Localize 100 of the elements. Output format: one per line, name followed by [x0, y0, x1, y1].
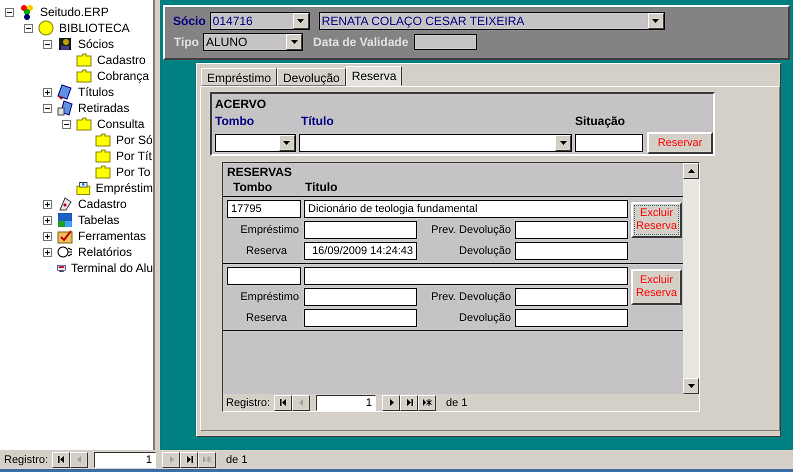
tree-item[interactable]: Por To	[116, 165, 150, 179]
collapse-icon[interactable]	[62, 120, 71, 128]
tree-item[interactable]: Empréstim	[96, 181, 153, 195]
expand-icon[interactable]	[43, 200, 52, 208]
grapes-icon	[19, 4, 35, 20]
prev-devolucao-label: Prev. Devolução	[430, 291, 512, 303]
reserva-field[interactable]	[304, 309, 417, 327]
validade-field[interactable]	[414, 34, 478, 50]
first-record-button[interactable]	[274, 394, 292, 410]
devolucao-label: Devolução	[458, 312, 512, 324]
tree-item[interactable]: Por Só	[116, 133, 153, 147]
tombo-combo[interactable]	[215, 134, 296, 152]
nav-last-icon	[184, 455, 194, 464]
reserva-label: Reserva	[245, 312, 288, 324]
prev-devolucao-field[interactable]	[515, 221, 628, 239]
folder-icon	[95, 133, 111, 147]
folder-icon	[76, 69, 92, 83]
record-number-field[interactable]: 1	[316, 394, 376, 410]
devolucao-field[interactable]	[515, 309, 628, 327]
titulo-field[interactable]	[304, 267, 628, 285]
reservas-title: RESERVAS	[227, 165, 293, 179]
next-record-button[interactable]	[382, 394, 400, 410]
emprestimo-field[interactable]	[304, 288, 417, 306]
expand-icon[interactable]	[43, 216, 52, 224]
folder-icon	[95, 165, 111, 179]
tab[interactable]: Empréstimo	[201, 68, 278, 86]
tree-item[interactable]: Cadastro	[97, 53, 146, 67]
nav-new-icon	[202, 455, 213, 464]
titulo-combo[interactable]	[298, 134, 572, 152]
tab[interactable]: Devolução	[277, 68, 346, 86]
tipo-combo[interactable]: ALUNO	[203, 33, 303, 51]
collapse-icon[interactable]	[5, 8, 14, 16]
tree-item[interactable]: Sócios	[78, 37, 114, 51]
tombo-field[interactable]	[227, 267, 301, 285]
collapse-icon[interactable]	[24, 24, 33, 32]
expand-icon[interactable]	[43, 88, 52, 96]
titulo-label: Título	[301, 114, 335, 128]
caret-icon	[297, 19, 304, 23]
tree-item[interactable]: Seitudo.ERP	[40, 5, 109, 19]
tree-item[interactable]: Consulta	[97, 117, 144, 131]
titulo-field[interactable]: Dicionário de teologia fundamental	[304, 200, 628, 218]
reserva-label: Reserva	[245, 245, 288, 257]
record-count: de 1	[226, 454, 248, 466]
tree-item[interactable]: Cadastro	[78, 197, 127, 211]
record-label: Registro:	[226, 396, 270, 408]
devolucao-label: Devolução	[458, 245, 512, 257]
checkmark-folder-icon	[57, 228, 73, 244]
tree-item[interactable]: Títulos	[78, 85, 114, 99]
collapse-icon[interactable]	[43, 104, 52, 112]
ring-icon	[57, 244, 73, 260]
tables-icon	[57, 212, 73, 228]
scroll-down-icon[interactable]	[688, 384, 694, 388]
devolucao-field[interactable]	[515, 242, 628, 260]
acervo-title: ACERVO	[215, 97, 268, 111]
socio-code-combo[interactable]: 014716	[210, 12, 310, 30]
emprestimo-label: Empréstimo	[239, 224, 300, 236]
tree-item[interactable]: Tabelas	[78, 213, 120, 227]
caret-icon	[283, 141, 290, 145]
expand-icon[interactable]	[43, 248, 52, 256]
folder-icon	[76, 117, 92, 131]
expand-icon[interactable]	[43, 232, 52, 240]
nav-first-icon	[56, 455, 66, 464]
situacao-field[interactable]	[575, 134, 643, 152]
scroll-up-icon[interactable]	[688, 169, 694, 173]
tombo-header: Tombo	[232, 180, 274, 194]
ball-icon	[38, 20, 54, 36]
emprestimo-field[interactable]	[304, 221, 417, 239]
record-number-field[interactable]: 1	[94, 452, 156, 468]
tree-item[interactable]: Ferramentas	[78, 229, 146, 243]
last-record-button[interactable]	[180, 452, 198, 468]
tab[interactable]: Reserva	[346, 66, 402, 86]
tombo-field[interactable]: 17795	[227, 200, 301, 218]
tipo-label: Tipo	[173, 35, 199, 49]
situacao-label: Situação	[575, 114, 626, 128]
caret-icon	[652, 19, 660, 23]
scrollbar[interactable]	[683, 163, 699, 394]
last-record-button[interactable]	[400, 394, 418, 410]
tree-item[interactable]: Relatórios	[78, 245, 132, 259]
new-record-button[interactable]	[418, 394, 436, 410]
nav-last-icon	[404, 398, 414, 407]
collapse-icon[interactable]	[43, 40, 52, 48]
prev-devolucao-label: Prev. Devolução	[430, 224, 512, 236]
tree-item[interactable]: BIBLIOTECA	[59, 21, 130, 35]
open-folder-icon	[76, 180, 91, 196]
nav-new-icon	[422, 398, 433, 407]
folder-icon	[95, 149, 111, 163]
nav-previous-icon	[74, 455, 84, 464]
titulo-header: Titulo	[305, 180, 338, 194]
socio-name-combo[interactable]: RENATA COLAÇO CESAR TEIXEIRA	[318, 12, 665, 30]
folder-icon	[76, 53, 92, 67]
tree-item[interactable]: Terminal do Alu	[70, 261, 153, 275]
tree-item[interactable]: Cobrança	[97, 69, 150, 83]
reserva-field[interactable]: 16/09/2009 14:24:43	[304, 242, 417, 260]
nav-previous-icon	[296, 398, 306, 407]
prev-devolucao-field[interactable]	[515, 288, 628, 306]
first-record-button[interactable]	[52, 452, 70, 468]
tree-item[interactable]: Por Tít	[116, 149, 152, 163]
caret-icon	[560, 141, 566, 145]
tree-item[interactable]: Retiradas	[78, 101, 130, 115]
validade-label: Data de Validade	[313, 35, 408, 49]
